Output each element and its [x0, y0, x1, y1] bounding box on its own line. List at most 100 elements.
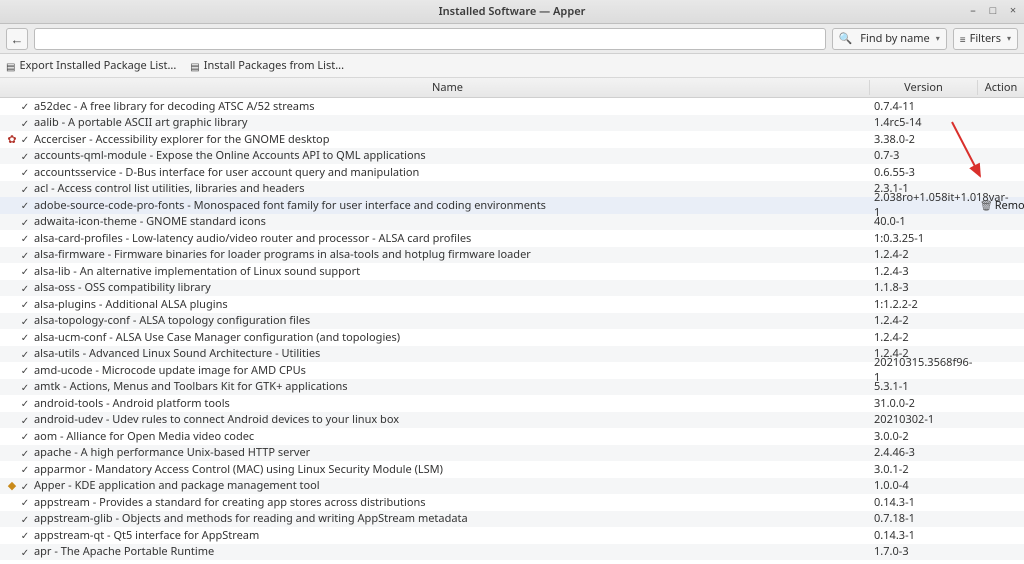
table-row[interactable]: ✓android-tools - Android platform tools3…	[0, 395, 1024, 412]
package-name: a52dec - A free library for decoding ATS…	[32, 99, 870, 114]
package-name: alsa-topology-conf - ALSA topology confi…	[32, 313, 870, 328]
column-header-name[interactable]: Name	[26, 80, 870, 95]
filters-dropdown[interactable]: ≡ Filters ▾	[953, 28, 1018, 50]
table-row[interactable]: ✓alsa-firmware - Firmware binaries for l…	[0, 247, 1024, 264]
table-row[interactable]: ✓apparmor - Mandatory Access Control (MA…	[0, 461, 1024, 478]
package-name: apr - The Apache Portable Runtime	[32, 544, 870, 559]
table-row[interactable]: ◆✓Apper - KDE application and package ma…	[0, 478, 1024, 495]
close-icon[interactable]: ×	[1006, 3, 1020, 18]
package-version: 3.38.0-2	[870, 132, 978, 147]
find-mode-label: Find by name	[860, 31, 929, 46]
find-mode-dropdown[interactable]: 🔍 Find by name ▾	[832, 28, 947, 50]
table-row[interactable]: ✓alsa-plugins - Additional ALSA plugins1…	[0, 296, 1024, 313]
table-row[interactable]: ✓alsa-oss - OSS compatibility library1.1…	[0, 280, 1024, 297]
package-version: 20210302-1	[870, 412, 978, 427]
checkmark-icon: ✓	[18, 413, 32, 427]
table-row[interactable]: ✓apache - A high performance Unix-based …	[0, 445, 1024, 462]
package-version: 1.2.4-3	[870, 264, 978, 279]
table-row[interactable]: ✓a52dec - A free library for decoding AT…	[0, 98, 1024, 115]
table-row[interactable]: ✓adobe-source-code-pro-fonts - Monospace…	[0, 197, 1024, 214]
checkmark-icon: ✓	[18, 314, 32, 328]
column-header-version[interactable]: Version	[870, 80, 978, 95]
package-name: amd-ucode - Microcode update image for A…	[32, 363, 870, 378]
package-name: accounts-qml-module - Expose the Online …	[32, 148, 870, 163]
package-version: 3.0.1-2	[870, 462, 978, 477]
table-row[interactable]: ✓alsa-ucm-conf - ALSA Use Case Manager c…	[0, 329, 1024, 346]
app-icon: ◆	[6, 478, 18, 493]
table-row[interactable]: ✓alsa-topology-conf - ALSA topology conf…	[0, 313, 1024, 330]
package-version: 1.2.4-2	[870, 330, 978, 345]
package-name: adobe-source-code-pro-fonts - Monospaced…	[32, 198, 870, 213]
table-row[interactable]: ✿✓Accerciser - Accessibility explorer fo…	[0, 131, 1024, 148]
package-name: android-udev - Udev rules to connect And…	[32, 412, 870, 427]
package-version: 0.14.3-1	[870, 528, 978, 543]
checkmark-icon: ✓	[18, 479, 32, 493]
search-icon: 🔍	[839, 31, 853, 46]
package-name: alsa-firmware - Firmware binaries for lo…	[32, 247, 870, 262]
search-input[interactable]	[34, 28, 826, 50]
package-version: 0.14.3-1	[870, 495, 978, 510]
package-version: 0.7.18-1	[870, 511, 978, 526]
package-name: adwaita-icon-theme - GNOME standard icon…	[32, 214, 870, 229]
checkmark-icon: ✓	[18, 545, 32, 559]
action-bar: ▤ Export Installed Package List... ▤ Ins…	[0, 54, 1024, 78]
package-version: 31.0.0-2	[870, 396, 978, 411]
arrow-left-icon: ←	[11, 30, 24, 48]
minimize-icon[interactable]: –	[966, 3, 980, 18]
package-version: 1.4rc5-14	[870, 115, 978, 130]
checkmark-icon: ✓	[18, 446, 32, 460]
install-from-list-button[interactable]: ▤ Install Packages from List...	[190, 58, 344, 73]
table-row[interactable]: ✓alsa-card-profiles - Low-latency audio/…	[0, 230, 1024, 247]
export-icon: ▤	[6, 59, 15, 73]
package-version: 1.1.8-3	[870, 280, 978, 295]
table-row[interactable]: ✓aalib - A portable ASCII art graphic li…	[0, 115, 1024, 132]
package-list[interactable]: ✓a52dec - A free library for decoding AT…	[0, 98, 1024, 564]
package-version: 2.4.46-3	[870, 445, 978, 460]
checkmark-icon: ✓	[18, 429, 32, 443]
package-version: 5.3.1-1	[870, 379, 978, 394]
package-name: alsa-plugins - Additional ALSA plugins	[32, 297, 870, 312]
chevron-down-icon: ▾	[936, 33, 940, 44]
checkmark-icon: ✓	[18, 198, 32, 212]
table-row[interactable]: ✓appstream - Provides a standard for cre…	[0, 494, 1024, 511]
package-name: alsa-oss - OSS compatibility library	[32, 280, 870, 295]
checkmark-icon: ✓	[18, 165, 32, 179]
back-button[interactable]: ←	[6, 28, 28, 50]
table-row[interactable]: ✓adwaita-icon-theme - GNOME standard ico…	[0, 214, 1024, 231]
export-label: Export Installed Package List...	[19, 58, 176, 73]
package-action[interactable]: 🗑Remove	[978, 198, 1024, 213]
table-row[interactable]: ✓amd-ucode - Microcode update image for …	[0, 362, 1024, 379]
filter-icon: ≡	[960, 32, 966, 46]
table-header: Name Version Action	[0, 78, 1024, 98]
checkmark-icon: ✓	[18, 462, 32, 476]
package-name: android-tools - Android platform tools	[32, 396, 870, 411]
table-row[interactable]: ✓appstream-qt - Qt5 interface for AppStr…	[0, 527, 1024, 544]
filters-label: Filters	[970, 31, 1001, 46]
table-row[interactable]: ✓aom - Alliance for Open Media video cod…	[0, 428, 1024, 445]
package-name: alsa-ucm-conf - ALSA Use Case Manager co…	[32, 330, 870, 345]
checkmark-icon: ✓	[18, 116, 32, 130]
package-version: 3.0.0-2	[870, 429, 978, 444]
table-row[interactable]: ✓apr-util - The Apache Portable Runtime1…	[0, 560, 1024, 564]
table-row[interactable]: ✓amtk - Actions, Menus and Toolbars Kit …	[0, 379, 1024, 396]
checkmark-icon: ✓	[18, 396, 32, 410]
table-row[interactable]: ✓alsa-lib - An alternative implementatio…	[0, 263, 1024, 280]
package-name: alsa-lib - An alternative implementation…	[32, 264, 870, 279]
window-title: Installed Software — Apper	[439, 4, 586, 19]
table-row[interactable]: ✓accountsservice - D-Bus interface for u…	[0, 164, 1024, 181]
table-row[interactable]: ✓accounts-qml-module - Expose the Online…	[0, 148, 1024, 165]
package-name: Accerciser - Accessibility explorer for …	[32, 132, 870, 147]
table-row[interactable]: ✓apr - The Apache Portable Runtime1.7.0-…	[0, 544, 1024, 561]
package-name: apparmor - Mandatory Access Control (MAC…	[32, 462, 870, 477]
package-version: 1:0.3.25-1	[870, 231, 978, 246]
maximize-icon[interactable]: □	[986, 3, 1000, 18]
package-name: Apper - KDE application and package mana…	[32, 478, 870, 493]
export-list-button[interactable]: ▤ Export Installed Package List...	[6, 58, 176, 73]
table-row[interactable]: ✓android-udev - Udev rules to connect An…	[0, 412, 1024, 429]
package-name: accountsservice - D-Bus interface for us…	[32, 165, 870, 180]
table-row[interactable]: ✓appstream-glib - Objects and methods fo…	[0, 511, 1024, 528]
checkmark-icon: ✓	[18, 182, 32, 196]
checkmark-icon: ✓	[18, 330, 32, 344]
toolbar: ← 🔍 Find by name ▾ ≡ Filters ▾	[0, 24, 1024, 54]
column-header-action[interactable]: Action	[978, 80, 1024, 95]
